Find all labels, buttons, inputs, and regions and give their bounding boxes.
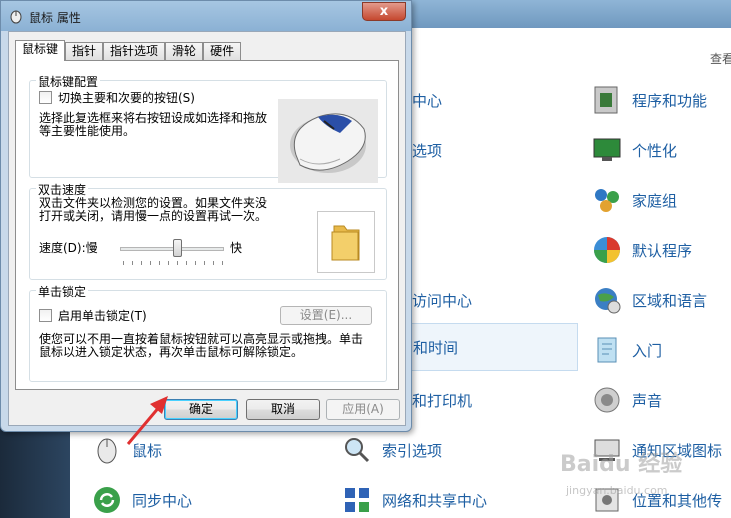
region-language-icon <box>590 283 624 317</box>
button-config-description: 选择此复选框来将右按钮设成如选择和拖放 <box>39 111 268 125</box>
dialog-title: 鼠标 属性 <box>29 11 81 25</box>
sync-center-icon <box>90 483 124 517</box>
dialog-body: 鼠标键 指针 指针选项 滑轮 硬件 鼠标键配置 切换主要和次要的按钮(S) 选择… <box>8 31 406 426</box>
tab-buttons[interactable]: 鼠标键 <box>15 40 66 61</box>
ok-button[interactable]: 确定 <box>164 399 238 420</box>
cp-item-label: 同步中心 <box>132 491 193 510</box>
click-lock-group: 单击锁定 启用单击锁定(T) 设置(E)... 使您可以不用一直按着鼠标按钮就可… <box>29 283 387 382</box>
tab-panel-buttons: 鼠标键配置 切换主要和次要的按钮(S) 选择此复选框来将右按钮设成如选择和拖放 … <box>15 60 399 390</box>
watermark-logo: Baidu 经验 <box>560 452 683 477</box>
cp-item-getting-started[interactable]: 入门 <box>590 332 662 368</box>
close-button[interactable]: x <box>362 2 406 21</box>
cp-item-label: 家庭组 <box>632 191 678 210</box>
tab-strip: 鼠标键 指针 指针选项 滑轮 硬件 <box>15 40 242 61</box>
click-lock-checkbox[interactable] <box>39 309 52 322</box>
watermark-url: jingyan.baidu.com <box>566 484 668 497</box>
cp-item-network[interactable]: 网络和共享中心 <box>340 482 487 518</box>
personalization-icon <box>590 133 624 167</box>
cp-item-region-language[interactable]: 区域和语言 <box>590 282 707 318</box>
apply-button[interactable]: 应用(A) <box>326 399 400 420</box>
cp-item-label: 声音 <box>632 391 663 410</box>
cp-item-homegroup[interactable]: 家庭组 <box>590 182 677 218</box>
partial-item-label[interactable]: 选项 <box>412 140 442 161</box>
group-title: 鼠标键配置 <box>36 73 101 90</box>
mouse-app-icon <box>8 8 24 24</box>
cp-item-label: 索引选项 <box>382 441 443 460</box>
cp-item-programs[interactable]: 程序和功能 <box>590 82 707 118</box>
cancel-button[interactable]: 取消 <box>246 399 320 420</box>
tab-wheel[interactable]: 滑轮 <box>165 42 204 61</box>
button-config-description: 等主要性能使用。 <box>39 124 136 138</box>
cp-item-label: 个性化 <box>632 141 678 160</box>
switch-buttons-label: 切换主要和次要的按钮(S) <box>58 91 195 105</box>
group-title: 单击锁定 <box>36 283 89 300</box>
cp-item-sound[interactable]: 声音 <box>590 382 662 418</box>
homegroup-icon <box>590 183 624 217</box>
cp-item-mouse[interactable]: 鼠标 <box>90 432 162 468</box>
partial-item-label[interactable]: 和打印机 <box>412 390 472 411</box>
tab-hardware[interactable]: 硬件 <box>203 42 242 61</box>
cp-item-label: 默认程序 <box>632 241 693 260</box>
click-lock-settings-button[interactable]: 设置(E)... <box>280 306 372 325</box>
cp-item-label: 区域和语言 <box>632 291 708 310</box>
click-lock-description: 使您可以不用一直按着鼠标按钮就可以高亮显示或拖拽。单击 <box>39 332 364 346</box>
double-click-description: 双击文件夹以检测您的设置。如果文件夹没 <box>39 196 268 210</box>
tab-pointer-options[interactable]: 指针选项 <box>103 42 166 61</box>
cp-item-sync-center[interactable]: 同步中心 <box>90 482 192 518</box>
cp-item-default-programs[interactable]: 默认程序 <box>590 232 692 268</box>
mouse-illustration <box>278 99 378 183</box>
tab-pointers[interactable]: 指针 <box>65 42 104 61</box>
close-icon: x <box>379 4 389 19</box>
cp-item-personalization[interactable]: 个性化 <box>590 132 677 168</box>
double-click-group: 双击速度 双击文件夹以检测您的设置。如果文件夹没 打开或关闭，请用慢一点的设置再… <box>29 181 387 280</box>
mouse-icon <box>90 433 124 467</box>
partial-item-label[interactable]: 访问中心 <box>412 290 472 311</box>
cp-item-label: 网络和共享中心 <box>382 491 488 510</box>
speed-slider-track[interactable] <box>120 247 224 251</box>
default-programs-icon <box>590 233 624 267</box>
cp-item-label: 入门 <box>632 341 663 360</box>
test-folder-area[interactable] <box>317 211 375 273</box>
button-config-group: 鼠标键配置 切换主要和次要的按钮(S) 选择此复选框来将右按钮设成如选择和拖放 … <box>29 73 387 183</box>
cp-item-label: 程序和功能 <box>632 91 708 110</box>
partial-item-label[interactable]: 中心 <box>412 90 442 111</box>
switch-buttons-checkbox[interactable] <box>39 91 52 104</box>
getting-started-icon <box>590 333 624 367</box>
sound-icon <box>590 383 624 417</box>
mouse-properties-dialog: 鼠标 属性 x 鼠标键 指针 指针选项 滑轮 硬件 鼠标键配置 切换主要和次要的… <box>0 0 412 432</box>
view-by-link[interactable]: 查看 <box>710 50 731 67</box>
speed-label: 速度(D):慢 <box>39 241 98 255</box>
cp-item-label: 鼠标 <box>132 441 163 460</box>
fast-label: 快 <box>230 241 243 255</box>
speed-slider-thumb[interactable] <box>173 239 183 257</box>
programs-icon <box>590 83 624 117</box>
click-lock-label: 启用单击锁定(T) <box>58 309 147 323</box>
click-lock-description: 鼠标以进入锁定状态，再次单击鼠标可解除锁定。 <box>39 345 304 359</box>
folder-icon <box>331 225 360 261</box>
cp-item-indexing[interactable]: 索引选项 <box>340 432 442 468</box>
slider-ticks <box>123 261 223 265</box>
highlighted-item[interactable]: 和时间 <box>406 323 578 371</box>
double-click-description: 打开或关闭，请用慢一点的设置再试一次。 <box>39 209 268 223</box>
partial-item-label: 和时间 <box>413 338 459 357</box>
dialog-titlebar[interactable]: 鼠标 属性 x <box>1 1 411 31</box>
network-icon <box>340 483 374 517</box>
indexing-icon <box>340 433 374 467</box>
